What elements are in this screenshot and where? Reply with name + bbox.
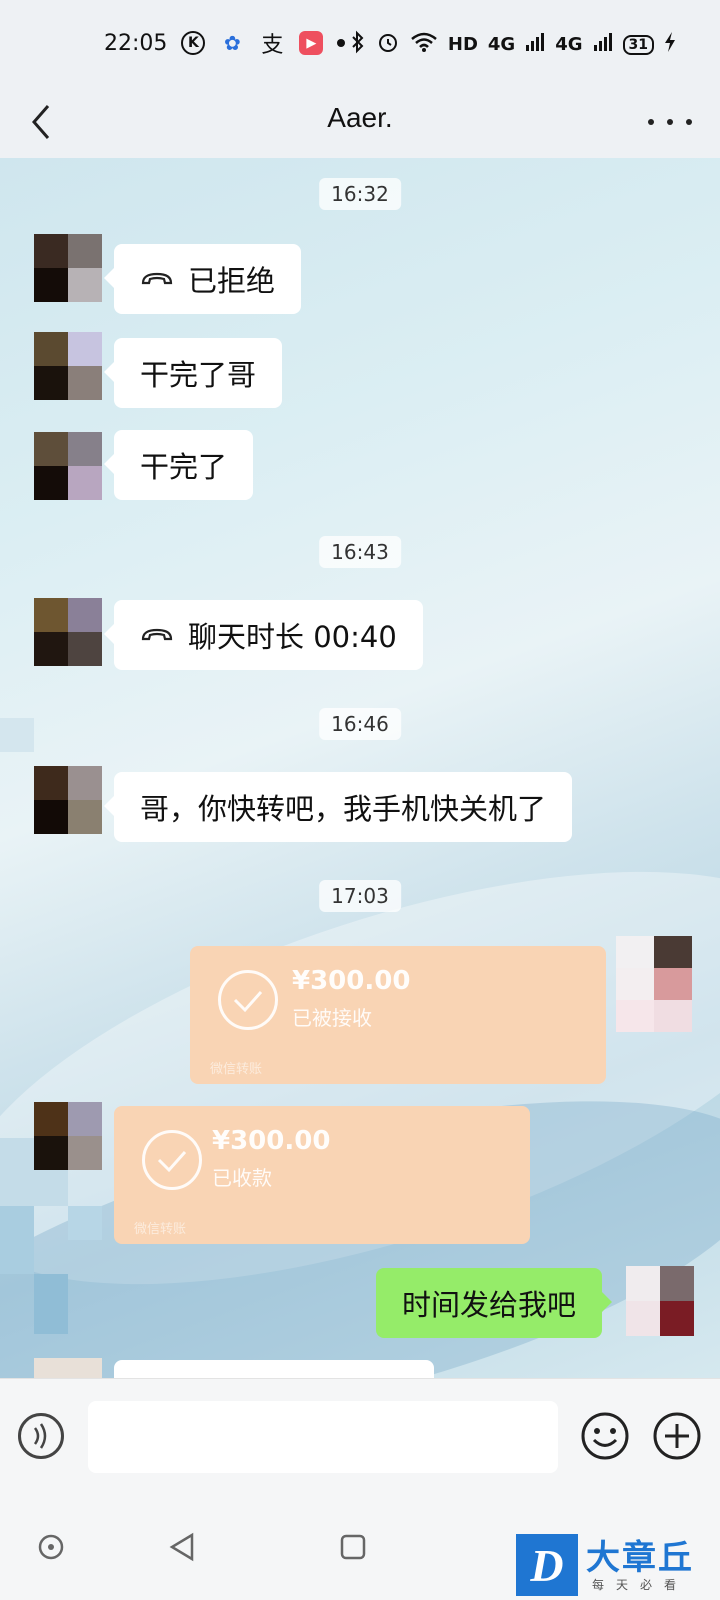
chat-header: Aaer. [0, 88, 720, 158]
message-bubble[interactable]: 干完了哥 [103, 338, 283, 408]
nav-assistant-button[interactable] [34, 1530, 68, 1564]
voice-input-button[interactable] [18, 1413, 64, 1459]
transfer-amount: ¥300.00 [212, 1126, 331, 1156]
square-home-icon [340, 1534, 366, 1560]
status-time: 22:05 [104, 30, 168, 56]
logo-letter: D [516, 1534, 578, 1596]
status-bar: 22:05 K ✿ 支 ▶ HD 4G 4G 31 [0, 0, 720, 88]
message-input[interactable] [88, 1401, 558, 1473]
transfer-status: 已被接收 [292, 1006, 372, 1030]
mosaic-pixel [0, 718, 34, 752]
alarm-icon [376, 30, 400, 59]
watermark-logo: D 大章丘 每天必看 [516, 1534, 716, 1600]
status-left: 22:05 K ✿ 支 ▶ [104, 30, 346, 58]
message-bubble-sent[interactable]: 时间发给我吧 [376, 1268, 613, 1338]
message-bubble[interactable]: 干完了 [103, 430, 254, 500]
timestamp: 16:46 [319, 708, 401, 740]
avatar[interactable] [34, 432, 102, 500]
transfer-card-received[interactable]: ¥300.00 已收款 微信转账 [114, 1106, 530, 1244]
circle-dot-icon [38, 1534, 64, 1560]
status-right: HD 4G 4G 31 [350, 30, 676, 59]
k-icon: K [181, 31, 206, 55]
video-app-icon: ▶ [299, 31, 324, 55]
more-dot-icon [648, 119, 654, 125]
transfer-label: 微信转账 [134, 1222, 187, 1237]
call-declined-text: 已拒绝 [188, 264, 276, 298]
transfer-card-sent[interactable]: ¥300.00 已被接收 微信转账 [190, 946, 606, 1084]
logo-name: 大章丘 [586, 1538, 694, 1578]
avatar[interactable] [34, 766, 102, 834]
phone-hangup-icon [141, 628, 173, 641]
mosaic-pixel [68, 1206, 102, 1240]
bluetooth-icon [350, 30, 366, 59]
signal-2-icon [593, 32, 613, 57]
emoji-button[interactable] [580, 1411, 630, 1461]
timestamp: 16:32 [319, 178, 401, 210]
message-bubble[interactable]: 哥，你快转吧，我手机快关机了 [103, 772, 573, 842]
signal-1-label: 4G [487, 34, 516, 55]
chat-title: Aaer. [327, 102, 393, 133]
message-text: 干完了 [140, 450, 228, 484]
timestamp: 16:43 [319, 536, 401, 568]
logo-tagline: 每天必看 [592, 1578, 689, 1592]
alipay-icon: 支 [261, 33, 284, 58]
check-circle-icon [218, 970, 278, 1030]
hd-label: HD [447, 34, 478, 55]
more-actions-button[interactable] [652, 1411, 702, 1461]
wifi-icon [410, 31, 438, 58]
check-circle-icon [142, 1130, 202, 1190]
avatar[interactable] [34, 1102, 102, 1170]
signal-1-icon [525, 32, 545, 57]
transfer-status: 已收款 [212, 1166, 272, 1190]
my-avatar[interactable] [626, 1266, 694, 1336]
avatar[interactable] [34, 234, 102, 302]
avatar[interactable] [34, 332, 102, 400]
message-text: 哥，你快转吧，我手机快关机了 [140, 792, 547, 826]
message-text: 干完了哥 [140, 358, 257, 392]
plus-icon [653, 1412, 701, 1460]
battery-indicator: 31 [622, 34, 654, 55]
call-declined-message[interactable]: 已拒绝 [103, 244, 302, 314]
signal-2-label: 4G [555, 34, 583, 55]
mosaic-pixel [0, 1206, 34, 1274]
triangle-back-icon [169, 1532, 194, 1562]
call-duration-message[interactable]: 聊天时长 00:40 [104, 600, 423, 670]
call-duration-text: 聊天时长 00:40 [188, 620, 397, 654]
phone-hangup-icon [141, 272, 173, 285]
my-avatar[interactable] [616, 936, 692, 1032]
emoji-icon [581, 1412, 629, 1460]
notification-dot-icon [337, 39, 346, 47]
message-text: 时间发给我吧 [402, 1288, 577, 1322]
charging-icon [664, 31, 676, 58]
nav-home-button[interactable] [336, 1530, 370, 1564]
nav-back-button[interactable] [166, 1530, 200, 1564]
more-dot-icon [667, 119, 673, 125]
more-dot-icon [686, 119, 692, 125]
transfer-label: 微信转账 [210, 1062, 263, 1077]
more-options-button[interactable] [648, 104, 692, 140]
chat-message-list[interactable]: 16:32 已拒绝 干完了哥 干完了 16:43 聊天时长 00:40 16:4… [0, 158, 720, 1410]
transfer-amount: ¥300.00 [292, 966, 411, 996]
timestamp: 17:03 [319, 880, 401, 912]
mosaic-pixel [34, 1274, 68, 1334]
avatar[interactable] [34, 598, 102, 666]
baidu-icon: ✿ [224, 31, 241, 55]
voice-icon [33, 1423, 47, 1449]
input-bar [0, 1378, 720, 1490]
